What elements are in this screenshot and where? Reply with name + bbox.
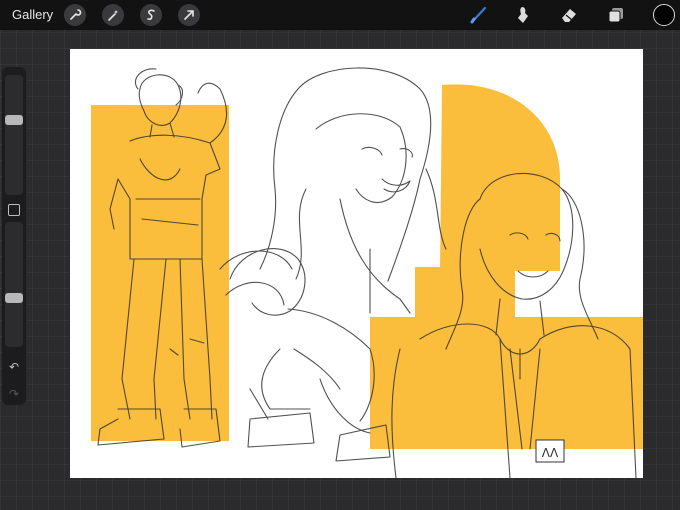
brush-icon[interactable]: [468, 4, 490, 26]
opacity-thumb[interactable]: [5, 293, 23, 303]
selection-icon[interactable]: [140, 4, 162, 26]
artwork: ΛΛ: [91, 67, 643, 478]
top-toolbar: Gallery: [0, 0, 680, 30]
eraser-icon[interactable]: [558, 4, 580, 26]
smudge-icon[interactable]: [512, 4, 534, 26]
drawing-canvas[interactable]: ΛΛ: [70, 49, 643, 478]
yellow-rect-left: [91, 105, 229, 441]
brush-size-slider[interactable]: [5, 75, 23, 195]
magic-wand-icon[interactable]: [102, 4, 124, 26]
wrench-icon[interactable]: [64, 4, 86, 26]
brush-size-thumb[interactable]: [5, 115, 23, 125]
redo-icon[interactable]: ↷: [6, 387, 22, 401]
sketch-crouching-figure: [219, 248, 391, 462]
transform-arrow-icon[interactable]: [178, 4, 200, 26]
gallery-button[interactable]: Gallery: [12, 7, 53, 22]
opacity-slider[interactable]: [5, 222, 23, 347]
signature-box: ΛΛ: [535, 439, 565, 463]
layers-icon[interactable]: [605, 4, 627, 26]
undo-icon[interactable]: ↶: [6, 360, 22, 374]
square-icon[interactable]: [8, 204, 20, 216]
color-picker-button[interactable]: [653, 4, 675, 26]
yellow-block: [415, 267, 515, 327]
left-sidebar: ↶ ↷: [2, 67, 26, 405]
signature-text: ΛΛ: [542, 446, 559, 460]
